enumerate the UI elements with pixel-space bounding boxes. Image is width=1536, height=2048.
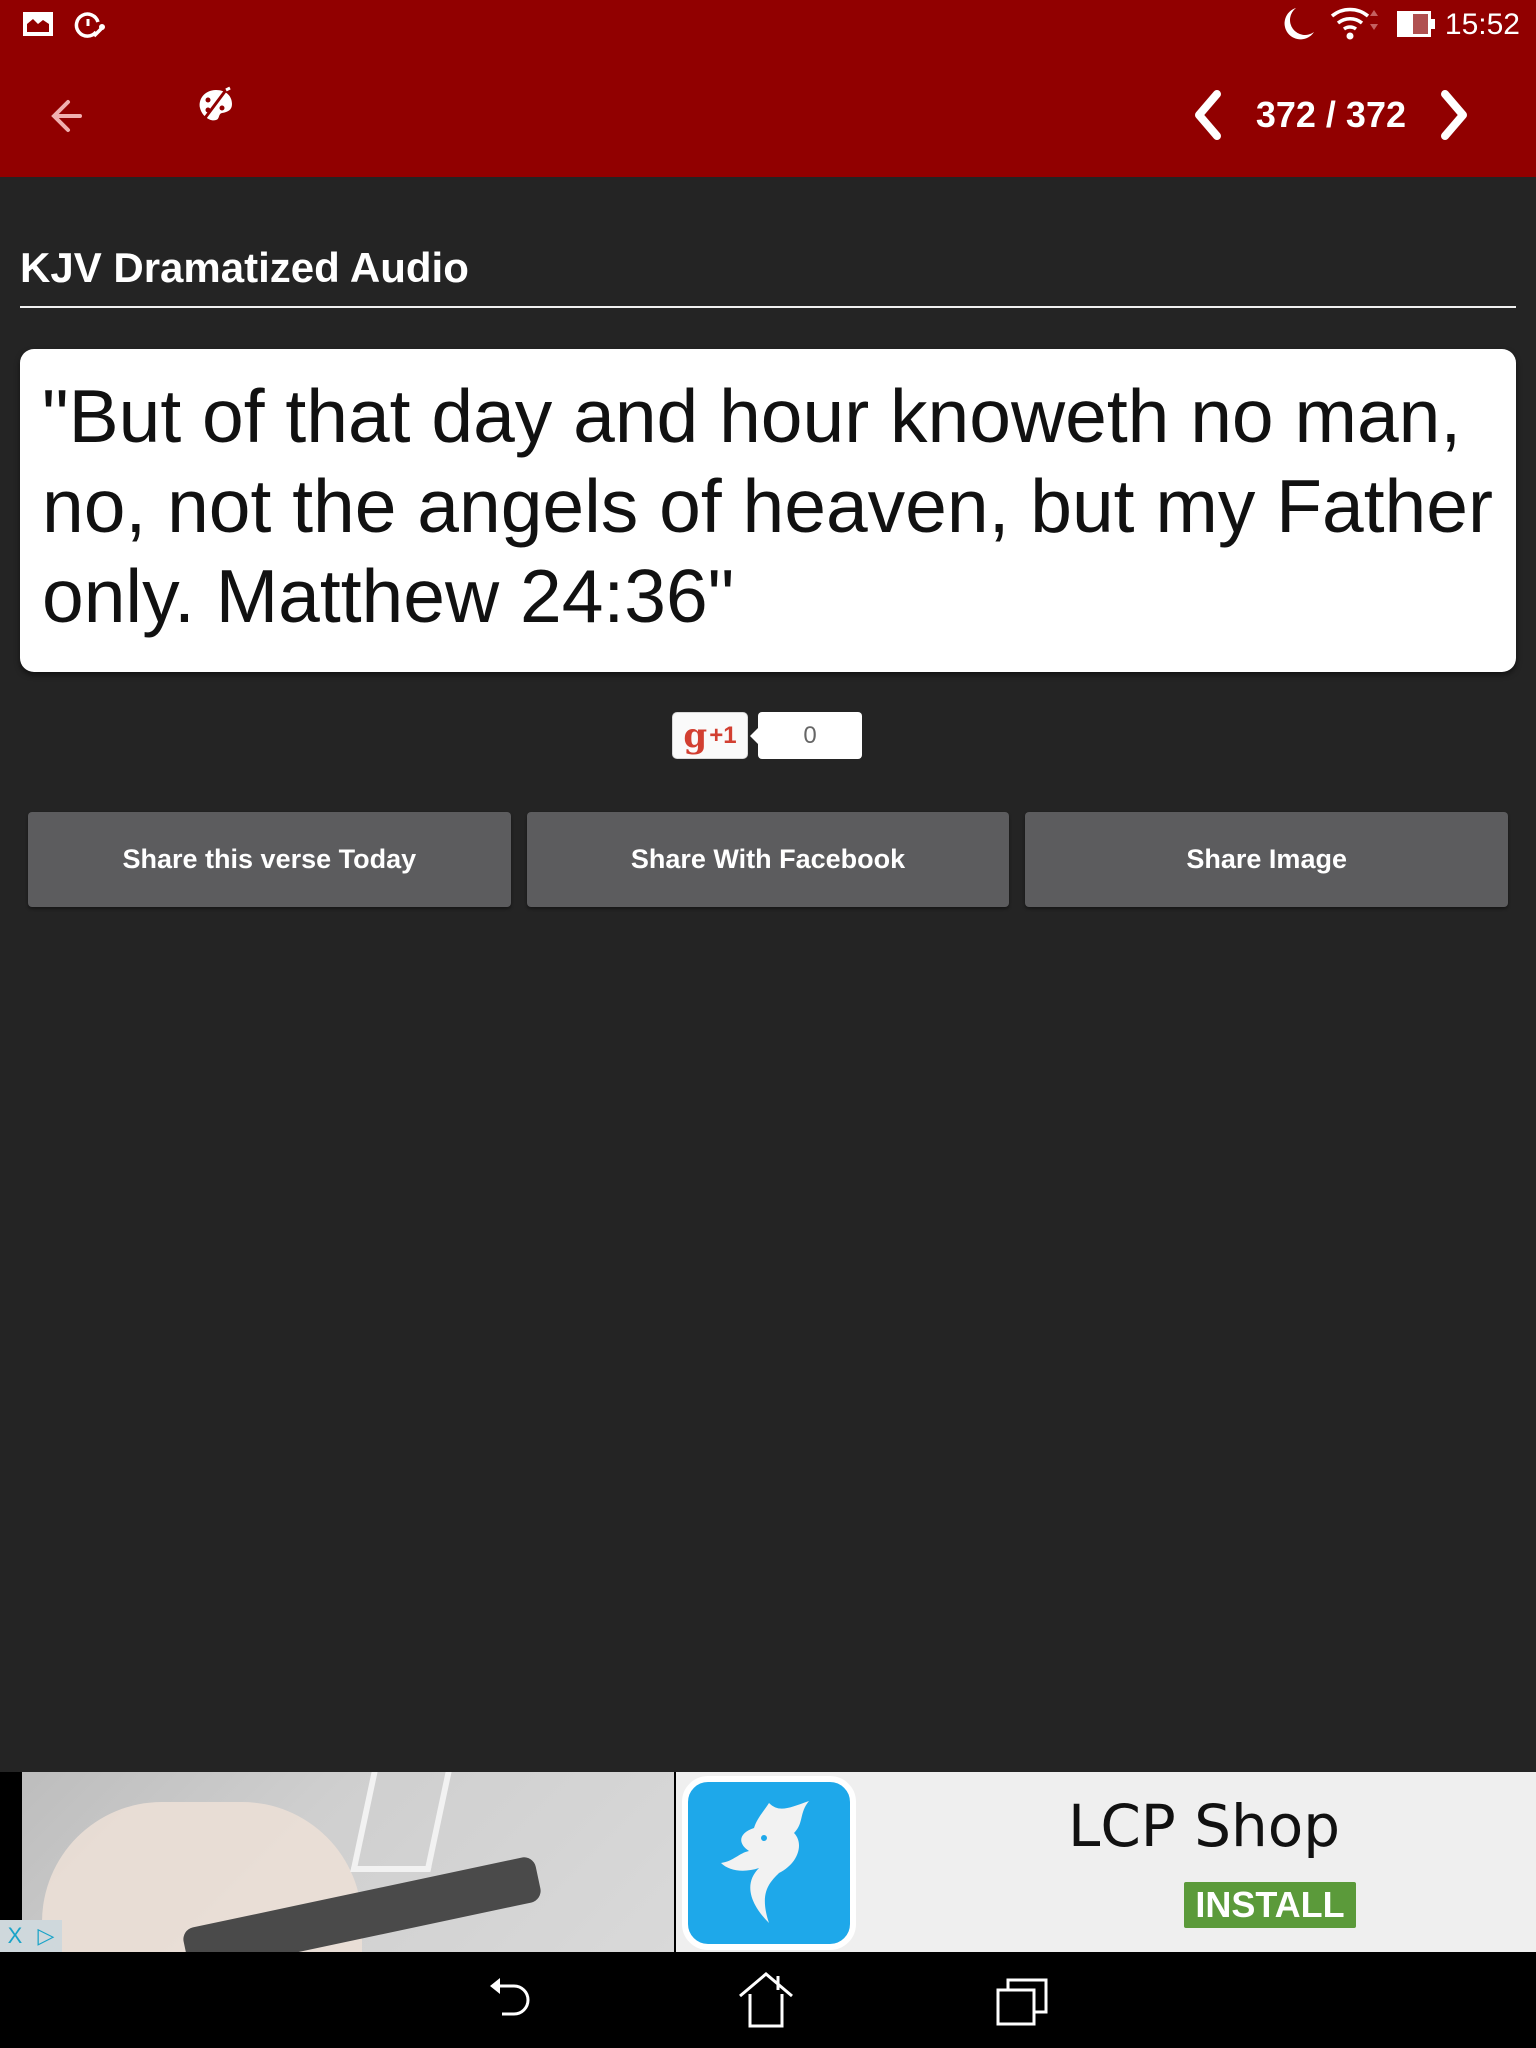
chevron-right-icon — [1441, 90, 1467, 140]
dragon-icon — [721, 1801, 809, 1923]
back-icon — [490, 1978, 530, 2016]
chevron-left-icon — [1194, 90, 1221, 140]
share-buttons: Share this verse Today Share With Facebo… — [28, 812, 1509, 907]
share-image-button[interactable]: Share Image — [1025, 812, 1509, 907]
palette-icon — [199, 86, 232, 123]
title-divider — [20, 306, 1516, 308]
app-bar: 372 / 372 — [0, 60, 1536, 170]
share-facebook-button[interactable]: Share With Facebook — [526, 812, 1010, 907]
moon-icon — [1282, 6, 1316, 47]
system-nav-bar — [0, 1952, 1536, 2048]
ad-banner[interactable]: X ▷ LCP Shop INSTALL — [0, 1772, 1536, 1952]
verse-pager: 372 / 372 — [1186, 80, 1476, 150]
ad-install-button[interactable]: INSTALL — [1184, 1882, 1356, 1928]
ad-close-icon[interactable]: X — [8, 1923, 23, 1949]
nav-recents-button[interactable] — [994, 1972, 1054, 2032]
share-verse-today-button[interactable]: Share this verse Today — [28, 812, 511, 907]
cart-icon — [350, 1772, 454, 1872]
status-bar: 15:52 — [0, 0, 1536, 50]
adchoices[interactable]: X ▷ — [0, 1920, 62, 1952]
speed-tool-icon — [74, 10, 106, 45]
recents-icon — [996, 1978, 1048, 2026]
page-title: KJV Dramatized Audio — [20, 244, 469, 291]
gplus-g-label: g — [683, 715, 708, 756]
arrow-left-icon — [51, 100, 82, 132]
next-verse-button[interactable] — [1432, 85, 1476, 145]
ad-info-icon[interactable]: ▷ — [37, 1923, 54, 1949]
theme-button[interactable] — [196, 86, 236, 142]
gplus-plus-label: +1 — [709, 721, 737, 749]
back-button[interactable] — [44, 90, 96, 142]
verse-counter: 372 / 372 — [1255, 94, 1406, 135]
verse-text: "But of that day and hour knoweth no man… — [42, 374, 1493, 638]
nav-home-button[interactable] — [736, 1972, 796, 2032]
top-bar: 15:52 372 / 372 — [0, 0, 1536, 177]
gallery-icon — [22, 10, 54, 43]
ad-app-icon — [682, 1776, 856, 1950]
wifi-icon — [1330, 6, 1380, 45]
ad-panel[interactable]: LCP Shop INSTALL — [676, 1772, 1536, 1952]
previous-verse-button[interactable] — [1186, 85, 1230, 145]
nav-back-button[interactable] — [482, 1972, 542, 2032]
home-icon — [739, 1972, 793, 2028]
status-time: 15:52 — [1444, 8, 1520, 41]
gplus-widget: g +1 0 — [672, 712, 862, 759]
battery-icon — [1396, 10, 1436, 43]
gplus-count: 0 — [750, 712, 862, 759]
verse-card: "But of that day and hour knoweth no man… — [20, 349, 1516, 672]
gplus-button[interactable]: g +1 — [672, 712, 748, 759]
ad-app-name: LCP Shop — [1068, 1792, 1341, 1860]
ad-image[interactable] — [22, 1772, 674, 1952]
